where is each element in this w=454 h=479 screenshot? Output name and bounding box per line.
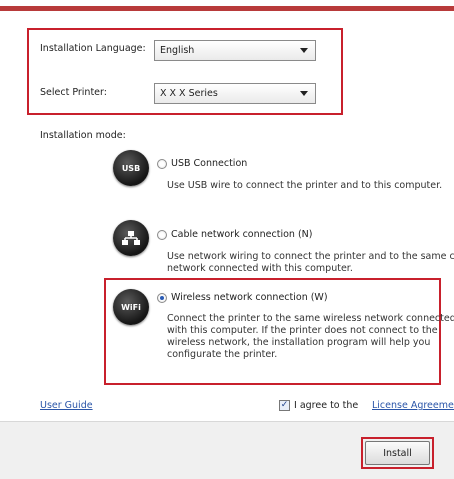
wireless-description-line-2: with this computer. If the printer does … bbox=[167, 325, 438, 336]
language-label: Installation Language: bbox=[40, 43, 146, 54]
license-agreement-link[interactable]: License Agreement bbox=[372, 400, 454, 411]
wifi-icon: WiFi bbox=[113, 289, 149, 325]
usb-icon: USB bbox=[113, 150, 149, 186]
installation-mode-label: Installation mode: bbox=[40, 130, 126, 141]
chevron-down-icon bbox=[300, 91, 308, 96]
network-icon bbox=[113, 220, 149, 256]
install-button[interactable]: Install bbox=[365, 441, 430, 465]
installer-panel: Installation Language: English Select Pr… bbox=[5, 11, 454, 421]
wireless-description-line-1: Connect the printer to the same wireless… bbox=[167, 313, 454, 324]
language-select[interactable]: English bbox=[154, 40, 316, 61]
cable-network-description-line-1: Use network wiring to connect the printe… bbox=[167, 251, 454, 262]
wireless-network-radio[interactable] bbox=[157, 293, 167, 303]
language-value: English bbox=[160, 45, 195, 56]
cable-network-label[interactable]: Cable network connection (N) bbox=[171, 229, 312, 240]
printer-label: Select Printer: bbox=[40, 87, 107, 98]
install-button-label: Install bbox=[383, 447, 412, 459]
user-guide-link[interactable]: User Guide bbox=[40, 400, 93, 411]
window-top-bar bbox=[0, 0, 454, 11]
usb-connection-label[interactable]: USB Connection bbox=[171, 158, 247, 169]
usb-connection-radio[interactable] bbox=[157, 159, 167, 169]
printer-select[interactable]: X X X Series bbox=[154, 83, 316, 104]
wireless-description-line-3: wireless network, the installation progr… bbox=[167, 337, 431, 348]
chevron-down-icon bbox=[300, 48, 308, 53]
printer-value: X X X Series bbox=[160, 88, 218, 99]
dialog-footer: Install bbox=[0, 421, 454, 479]
agree-text: I agree to the bbox=[294, 400, 359, 411]
wireless-description-line-4: configurate the printer. bbox=[167, 349, 278, 360]
usb-connection-description: Use USB wire to connect the printer and … bbox=[167, 180, 443, 191]
cable-network-description-line-2: network connected with this computer. bbox=[167, 263, 353, 274]
agree-checkbox[interactable]: ✓ bbox=[279, 400, 290, 411]
cable-network-radio[interactable] bbox=[157, 230, 167, 240]
wireless-network-label[interactable]: Wireless network connection (W) bbox=[171, 292, 328, 303]
